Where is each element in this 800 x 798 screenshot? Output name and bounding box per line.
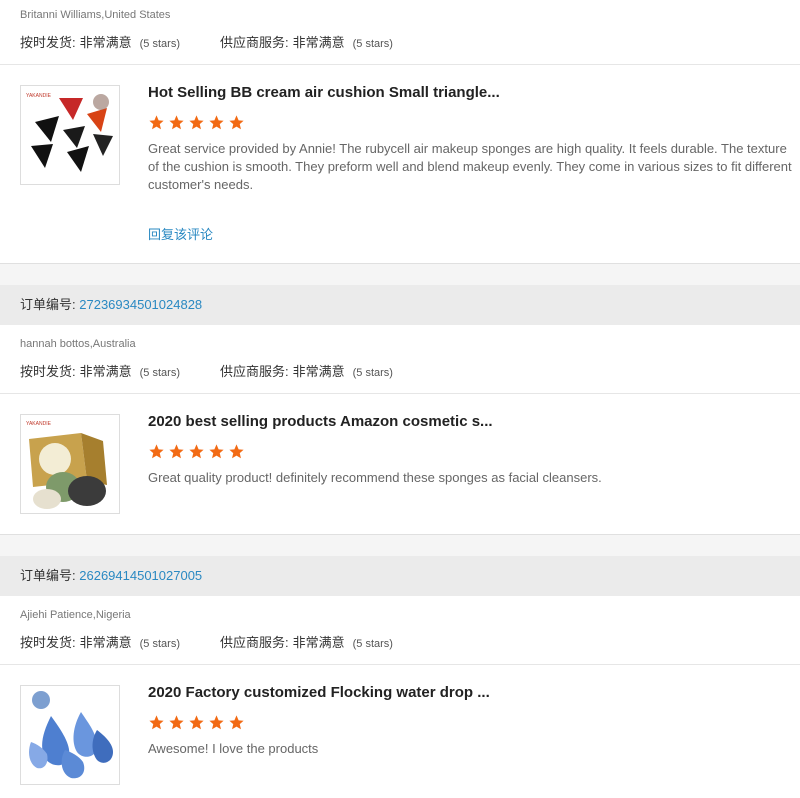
ship-stars: (5 stars) <box>139 638 180 650</box>
order-number-link[interactable]: 27236934501024828 <box>79 297 202 312</box>
product-title[interactable]: Hot Selling BB cream air cushion Small t… <box>148 84 500 101</box>
supplier-label: 供应商服务: <box>219 35 289 50</box>
rating-stars <box>148 443 245 460</box>
star-icon <box>189 444 204 459</box>
ship-value: 非常满意 <box>79 635 132 650</box>
rating-summary: 按时发货: 非常满意 (5 stars) 供应商服务: 非常满意 (5 stars) <box>20 632 393 651</box>
star-icon <box>169 715 184 730</box>
star-icon <box>209 115 224 130</box>
section-gap <box>0 534 800 557</box>
divider <box>0 664 800 665</box>
star-icon <box>189 715 204 730</box>
rating-summary: 按时发货: 非常满意 (5 stars) 供应商服务: 非常满意 (5 stars) <box>20 32 393 51</box>
buyer-name: Britanni Williams,United States <box>20 9 171 21</box>
buyer-name: hannah bottos,Australia <box>20 338 136 350</box>
star-icon <box>209 444 224 459</box>
brand-logo-text: YAKANDIE <box>26 421 52 427</box>
ship-stars: (5 stars) <box>139 367 180 379</box>
star-icon <box>149 444 164 459</box>
ship-label: 按时发货: <box>20 635 76 650</box>
supplier-stars: (5 stars) <box>352 367 393 379</box>
star-icon <box>209 715 224 730</box>
star-icon <box>169 115 184 130</box>
star-icon <box>149 715 164 730</box>
star-icon <box>169 444 184 459</box>
order-label: 订单编号: <box>20 297 76 312</box>
product-thumbnail[interactable]: YAKANDIE <box>20 414 120 514</box>
section-gap <box>0 263 800 286</box>
supplier-label: 供应商服务: <box>219 364 289 379</box>
star-icon <box>189 115 204 130</box>
ship-value: 非常满意 <box>79 35 132 50</box>
rating-stars <box>148 714 245 731</box>
star-icon <box>229 444 244 459</box>
supplier-value: 非常满意 <box>292 364 345 379</box>
product-thumbnail[interactable] <box>20 685 120 785</box>
divider <box>0 64 800 65</box>
star-icon <box>229 115 244 130</box>
review-text: Great quality product! definitely recomm… <box>148 470 602 485</box>
star-icon <box>149 115 164 130</box>
ship-stars: (5 stars) <box>139 38 180 50</box>
supplier-stars: (5 stars) <box>352 638 393 650</box>
reply-link[interactable]: 回复该评论 <box>148 224 213 243</box>
ship-label: 按时发货: <box>20 35 76 50</box>
product-title[interactable]: 2020 Factory customized Flocking water d… <box>148 684 490 701</box>
supplier-label: 供应商服务: <box>219 635 289 650</box>
supplier-stars: (5 stars) <box>352 38 393 50</box>
order-number-bar: 订单编号: 27236934501024828 <box>0 285 800 325</box>
konjac-sponge-image: YAKANDIE <box>21 415 119 513</box>
supplier-value: 非常满意 <box>292 635 345 650</box>
blue-sponge-image <box>21 686 119 784</box>
product-thumbnail[interactable]: YAKANDIE <box>20 85 120 185</box>
review-text: Awesome! I love the products <box>148 741 319 756</box>
ship-value: 非常满意 <box>79 364 132 379</box>
supplier-value: 非常满意 <box>292 35 345 50</box>
order-label: 订单编号: <box>20 568 76 583</box>
divider <box>0 393 800 394</box>
order-number-bar: 订单编号: 26269414501027005 <box>0 556 800 596</box>
brand-logo-text: YAKANDIE <box>26 93 52 99</box>
star-icon <box>229 715 244 730</box>
rating-stars <box>148 114 245 131</box>
buyer-name: Ajiehi Patience,Nigeria <box>20 609 131 621</box>
review-text: Great service provided by Annie! The rub… <box>148 141 792 192</box>
rating-summary: 按时发货: 非常满意 (5 stars) 供应商服务: 非常满意 (5 stars) <box>20 361 393 380</box>
ship-label: 按时发货: <box>20 364 76 379</box>
product-title[interactable]: 2020 best selling products Amazon cosmet… <box>148 413 493 430</box>
triangle-puff-image: YAKANDIE <box>21 86 119 184</box>
order-number-link[interactable]: 26269414501027005 <box>79 568 202 583</box>
